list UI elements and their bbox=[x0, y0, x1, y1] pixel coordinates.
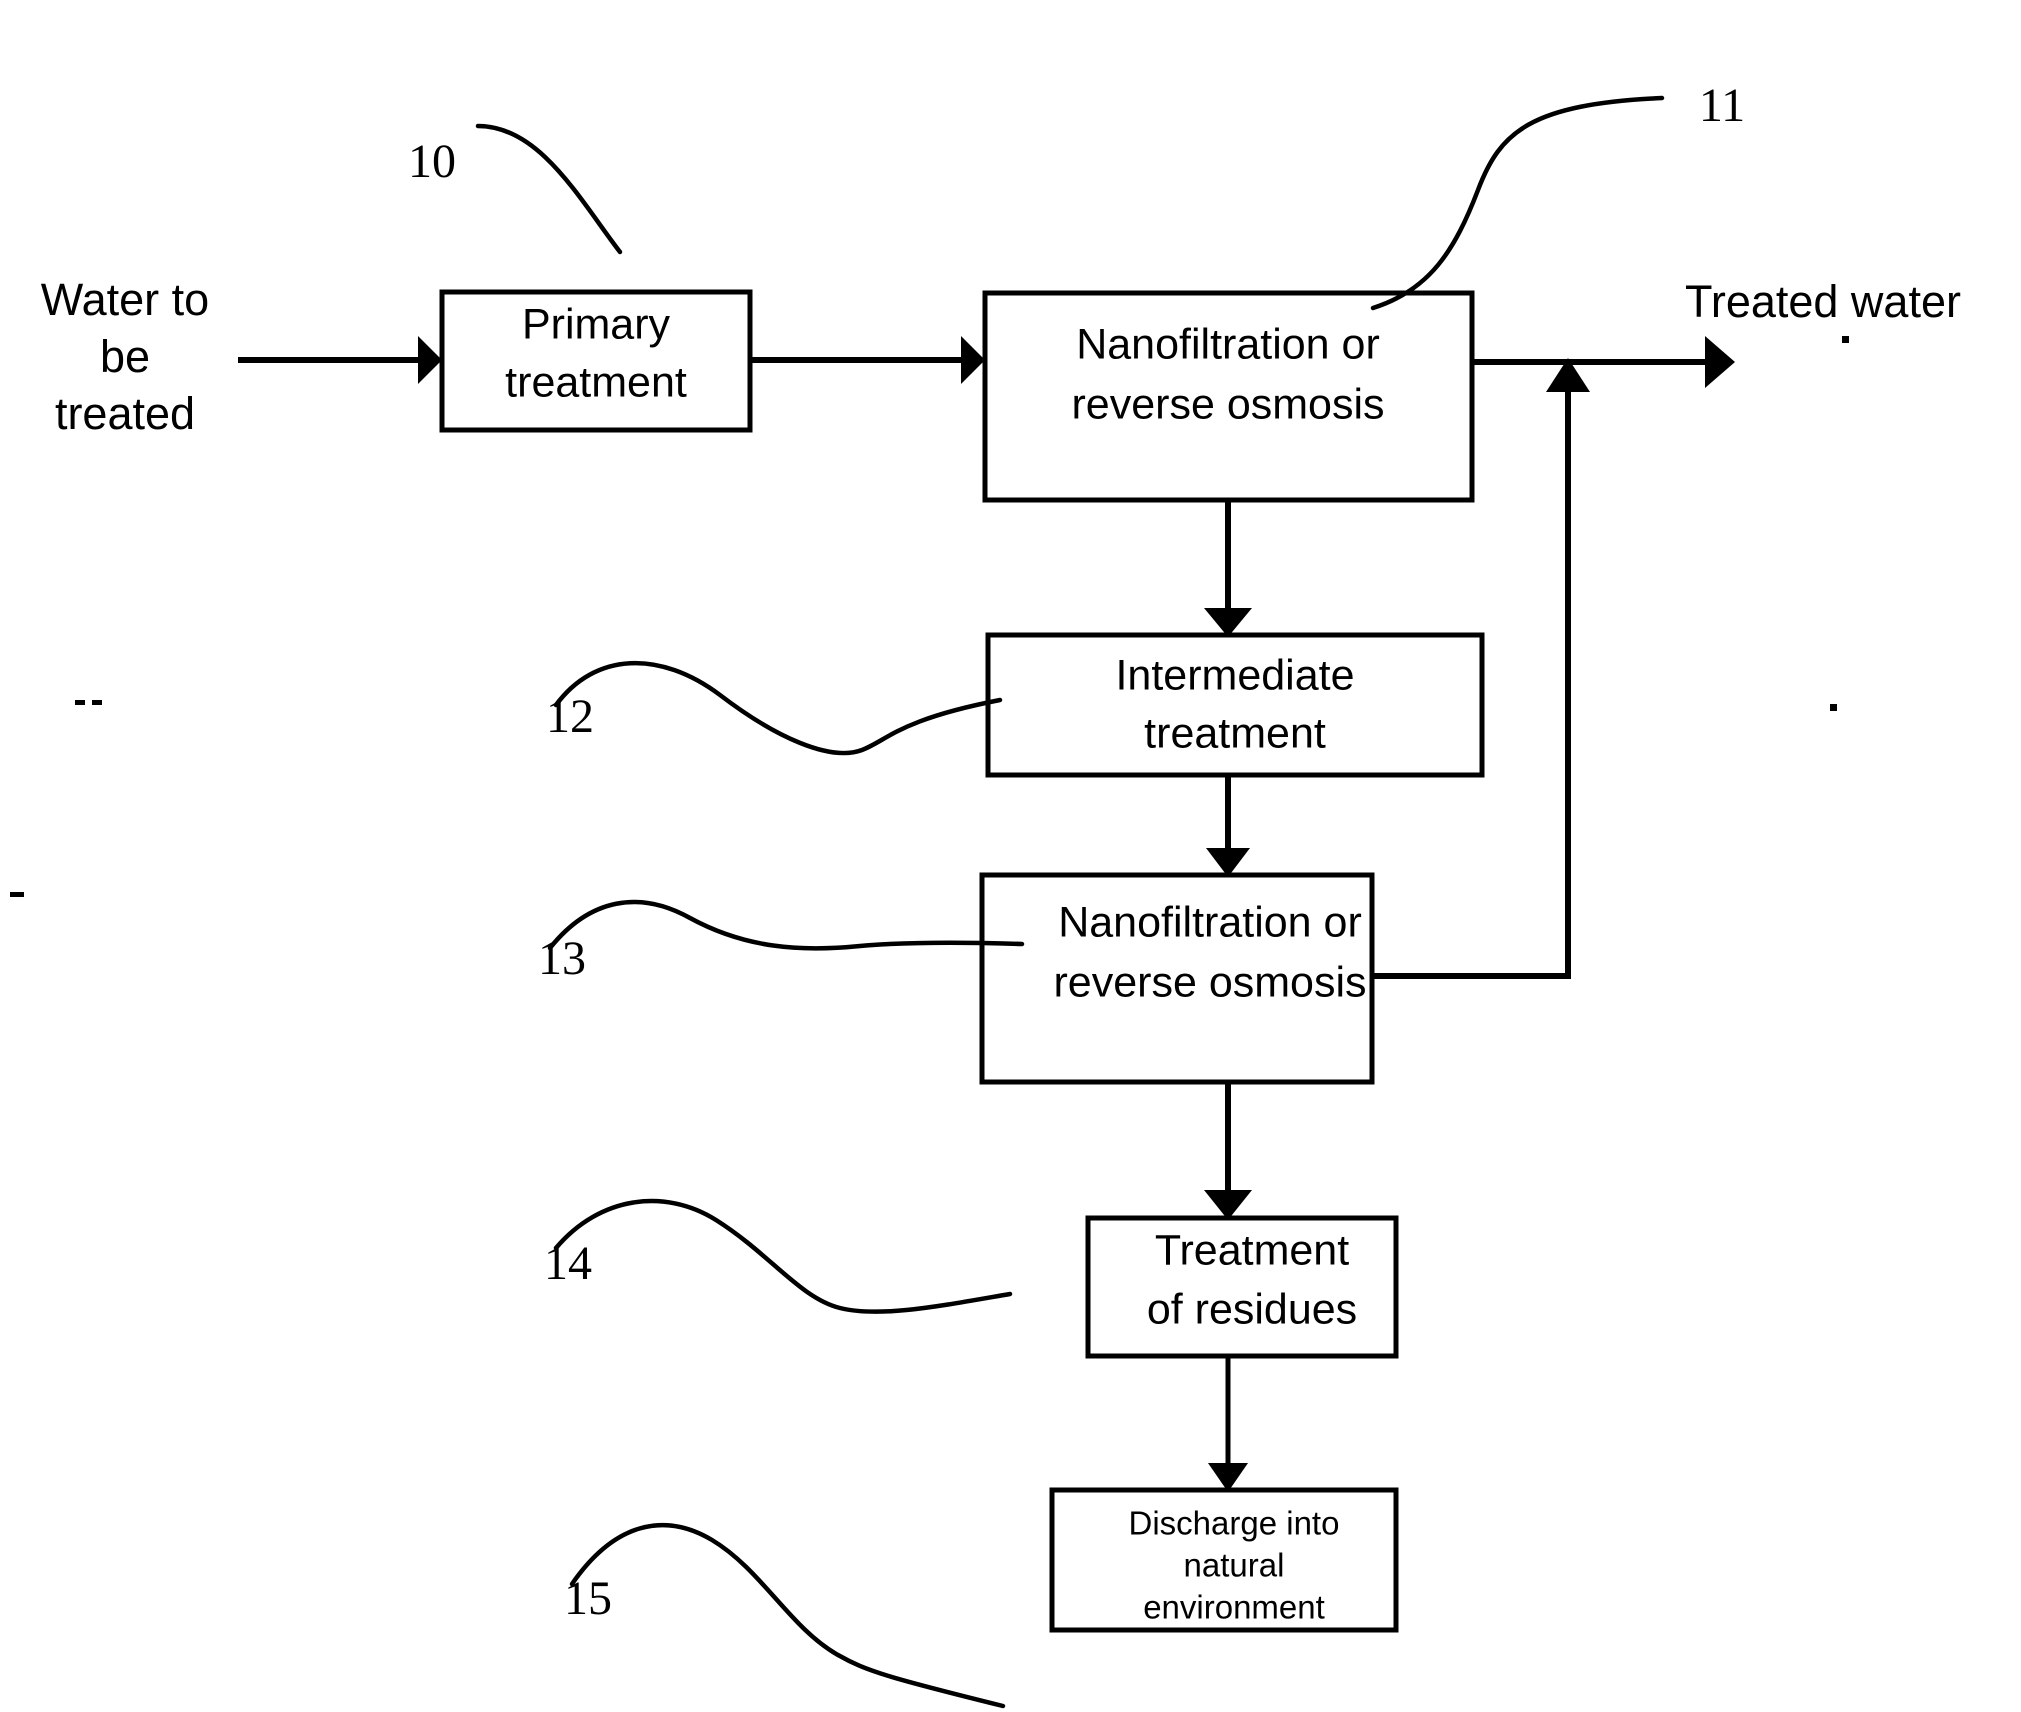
flow-inlet-to-primary bbox=[238, 336, 442, 384]
leader-line-11 bbox=[1370, 95, 1665, 311]
scan-speck bbox=[10, 892, 24, 897]
inlet-label-line2: be bbox=[100, 331, 150, 382]
reference-numeral-10: 10 bbox=[408, 135, 456, 188]
box-intermediate-treatment-line2: treatment bbox=[1144, 709, 1326, 757]
patent-figure: Water to be treated Treated water Primar… bbox=[0, 0, 2021, 1712]
scan-speck bbox=[75, 700, 85, 705]
arrow-head-icon bbox=[961, 336, 985, 384]
reference-numeral-13: 13 bbox=[538, 932, 586, 985]
process-flow-diagram: Water to be treated Treated water Primar… bbox=[10, 79, 1961, 1709]
inlet-label-line3: treated bbox=[55, 388, 195, 439]
box-nf-ro-2-line2: reverse osmosis bbox=[1053, 958, 1366, 1006]
reference-numeral-14: 14 bbox=[544, 1237, 592, 1290]
scan-speck bbox=[92, 700, 102, 705]
flow-residues-to-discharge bbox=[1208, 1356, 1248, 1492]
box-discharge-line3: environment bbox=[1143, 1589, 1325, 1626]
leader-line-15 bbox=[569, 1522, 1006, 1709]
box-discharge-line2: natural bbox=[1184, 1547, 1285, 1584]
box-treatment-of-residues-line1: Treatment bbox=[1155, 1226, 1349, 1274]
box-nf-ro-2-line1: Nanofiltration or bbox=[1058, 898, 1362, 946]
outlet-label: Treated water bbox=[1685, 276, 1961, 327]
arrow-head-icon bbox=[1705, 336, 1735, 388]
box-intermediate-treatment-line1: Intermediate bbox=[1115, 651, 1354, 699]
flow-nf1-to-treated-water bbox=[1472, 336, 1735, 388]
reference-numeral-12: 12 bbox=[546, 690, 594, 743]
reference-numeral-15: 15 bbox=[564, 1572, 612, 1625]
flow-nf1-to-intermediate bbox=[1204, 500, 1252, 637]
box-discharge-line1: Discharge into bbox=[1129, 1505, 1340, 1542]
leader-line-13 bbox=[547, 899, 1025, 951]
box-nf-ro-1-line1: Nanofiltration or bbox=[1076, 320, 1380, 368]
box-primary-treatment-line2: treatment bbox=[505, 358, 687, 406]
arrow-head-icon bbox=[418, 336, 442, 384]
scan-speck bbox=[1842, 336, 1849, 343]
box-treatment-of-residues-line2: of residues bbox=[1147, 1285, 1357, 1333]
inlet-label-line1: Water to bbox=[41, 274, 209, 325]
flow-nf2-to-residues bbox=[1204, 1082, 1252, 1220]
reference-numeral-11: 11 bbox=[1699, 79, 1745, 132]
leader-line-10 bbox=[475, 123, 623, 255]
box-nf-ro-1-line2: reverse osmosis bbox=[1071, 380, 1384, 428]
leader-line-12 bbox=[553, 660, 1003, 756]
box-primary-treatment-line1: Primary bbox=[522, 300, 671, 348]
leader-line-14 bbox=[553, 1198, 1013, 1314]
flow-intermediate-to-nf2 bbox=[1206, 775, 1250, 877]
scan-speck bbox=[1830, 704, 1837, 711]
flow-primary-to-nf1 bbox=[750, 336, 985, 384]
